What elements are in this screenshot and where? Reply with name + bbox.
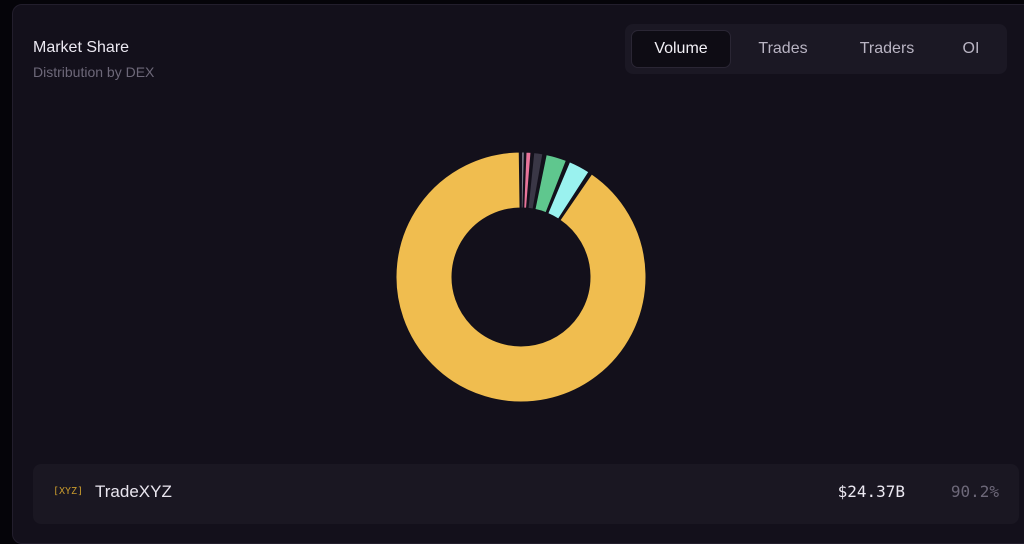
list-item[interactable]: [XYZ] TradeXYZ $24.37B 90.2% (33, 464, 1019, 524)
donut-chart (395, 151, 647, 403)
dex-name: TradeXYZ (95, 482, 172, 501)
dex-share-percent: 90.2% (950, 482, 999, 501)
market-share-card: Market Share Distribution by DEX Volume … (12, 4, 1024, 544)
dex-logo-tag: [XYZ] (53, 486, 84, 497)
dex-volume-value: $24.37B (837, 482, 905, 501)
